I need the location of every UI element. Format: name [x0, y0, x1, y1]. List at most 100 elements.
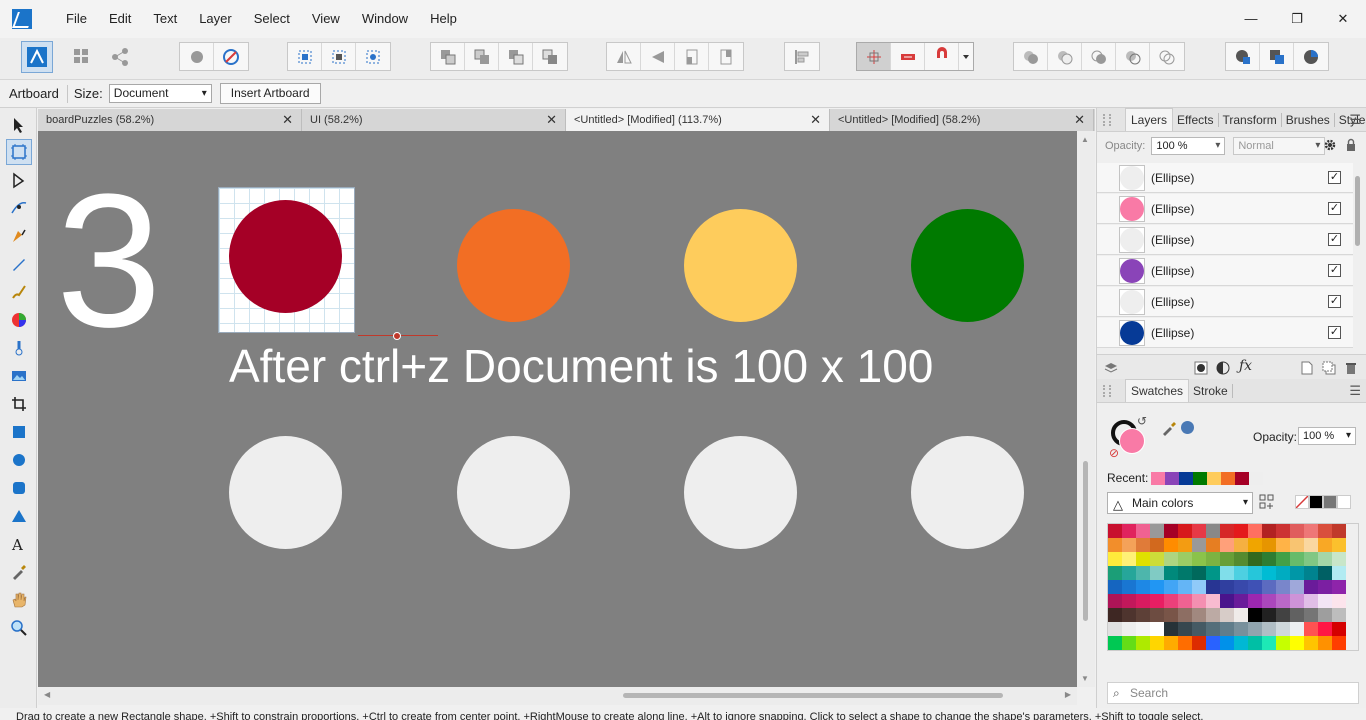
black-swatch[interactable] — [1309, 495, 1323, 509]
scroll-up-icon[interactable]: ▲ — [1081, 135, 1089, 144]
color-swatch[interactable] — [1164, 594, 1178, 608]
color-swatch[interactable] — [1122, 566, 1136, 580]
boolean-divide-icon[interactable] — [1150, 43, 1184, 70]
color-swatch[interactable] — [1178, 580, 1192, 594]
color-swatch[interactable] — [1122, 608, 1136, 622]
menu-file[interactable]: File — [58, 0, 101, 38]
designer-persona-icon[interactable] — [21, 41, 53, 73]
color-swatch[interactable] — [1332, 538, 1346, 552]
palette-dropdown[interactable]: △ Main colors — [1107, 492, 1253, 514]
ellipse-orange[interactable] — [457, 209, 570, 322]
color-swatch[interactable] — [1122, 636, 1136, 650]
color-swatch[interactable] — [1206, 608, 1220, 622]
pencil-tool-icon[interactable] — [6, 251, 32, 277]
visibility-checkbox[interactable]: ✓ — [1328, 233, 1341, 246]
color-swatch[interactable] — [1304, 636, 1318, 650]
lock-icon[interactable] — [1345, 138, 1357, 152]
layer-row[interactable]: (Ellipse) ✓ — [1097, 287, 1353, 317]
color-swatch[interactable] — [1122, 552, 1136, 566]
crop-tool-icon[interactable] — [6, 391, 32, 417]
rectangle-tool-icon[interactable] — [6, 419, 32, 445]
color-swatch[interactable] — [1192, 608, 1206, 622]
color-swatch[interactable] — [1332, 608, 1346, 622]
color-swatch[interactable] — [1318, 622, 1332, 636]
color-swatch[interactable] — [1332, 566, 1346, 580]
color-swatch[interactable] — [1290, 622, 1304, 636]
snapping-options-dropdown[interactable] — [959, 43, 973, 70]
close-icon[interactable]: ✕ — [546, 112, 557, 128]
color-swatch[interactable] — [1248, 524, 1262, 538]
layer-row[interactable]: (Ellipse) ✓ — [1097, 256, 1353, 286]
recent-swatch[interactable] — [1179, 472, 1193, 485]
doc-tab-ui[interactable]: UI (58.2%) ✕ — [302, 109, 566, 131]
menu-select[interactable]: Select — [246, 0, 304, 38]
color-swatch[interactable] — [1290, 566, 1304, 580]
fx-icon[interactable]: ƒx — [1239, 358, 1252, 374]
color-swatch[interactable] — [1206, 552, 1220, 566]
close-window-button[interactable]: ✕ — [1320, 0, 1366, 38]
color-swatch[interactable] — [1108, 622, 1122, 636]
color-swatch[interactable] — [1318, 580, 1332, 594]
color-swatch[interactable] — [1206, 566, 1220, 580]
move-tool-icon[interactable] — [6, 112, 32, 138]
ellipse-light[interactable] — [911, 436, 1024, 549]
scroll-down-icon[interactable]: ▼ — [1081, 674, 1089, 683]
color-swatch[interactable] — [1178, 636, 1192, 650]
color-swatch[interactable] — [1164, 566, 1178, 580]
color-swatch[interactable] — [1248, 622, 1262, 636]
menu-window[interactable]: Window — [354, 0, 422, 38]
color-swatch[interactable] — [1220, 594, 1234, 608]
color-swatch[interactable] — [1276, 538, 1290, 552]
color-swatch[interactable] — [1150, 636, 1164, 650]
color-swatch[interactable] — [1290, 552, 1304, 566]
tab-brushes[interactable]: Brushes — [1282, 112, 1335, 127]
color-swatch[interactable] — [1304, 538, 1318, 552]
ellipse-light[interactable] — [684, 436, 797, 549]
move-to-back-icon[interactable] — [431, 43, 465, 70]
visibility-checkbox[interactable]: ✓ — [1328, 202, 1341, 215]
menu-edit[interactable]: Edit — [101, 0, 145, 38]
triangle-tool-icon[interactable] — [6, 503, 32, 529]
color-swatch[interactable] — [1332, 636, 1346, 650]
color-swatch[interactable] — [1220, 552, 1234, 566]
restore-button[interactable]: ❐ — [1274, 0, 1320, 38]
color-swatch[interactable] — [1136, 580, 1150, 594]
color-swatch[interactable] — [1164, 552, 1178, 566]
boolean-add-icon[interactable] — [1014, 43, 1048, 70]
mask-icon[interactable] — [1193, 360, 1209, 376]
close-icon[interactable]: ✕ — [282, 112, 293, 128]
visibility-checkbox[interactable]: ✓ — [1328, 326, 1341, 339]
invert-selection-icon[interactable] — [356, 43, 390, 70]
color-swatch[interactable] — [1150, 552, 1164, 566]
color-swatch[interactable] — [1108, 524, 1122, 538]
text-tool-icon[interactable]: A — [6, 531, 32, 557]
color-swatch[interactable] — [1290, 524, 1304, 538]
color-swatch[interactable] — [1220, 622, 1234, 636]
color-swatch[interactable] — [1192, 580, 1206, 594]
node-tool-icon[interactable] — [6, 168, 32, 194]
color-swatch[interactable] — [1178, 524, 1192, 538]
color-swatch[interactable] — [1164, 608, 1178, 622]
color-swatch[interactable] — [1332, 594, 1346, 608]
ellipse-light[interactable] — [229, 436, 342, 549]
color-swatch[interactable] — [1122, 580, 1136, 594]
color-swatch[interactable] — [1304, 594, 1318, 608]
pixel-persona-icon[interactable] — [66, 41, 98, 73]
color-swatch[interactable] — [1304, 608, 1318, 622]
color-swatch[interactable] — [1136, 636, 1150, 650]
color-swatch[interactable] — [1150, 566, 1164, 580]
color-swatch[interactable] — [1248, 580, 1262, 594]
ellipse-green[interactable] — [911, 209, 1024, 322]
color-swatch[interactable] — [1318, 594, 1332, 608]
horizontal-scroll-thumb[interactable] — [623, 693, 1003, 698]
swatch-search-input[interactable]: ⌕ Search — [1107, 682, 1359, 704]
color-swatch[interactable] — [1290, 608, 1304, 622]
color-swatch[interactable] — [1122, 538, 1136, 552]
assistant-icon[interactable] — [180, 43, 214, 70]
tab-transform[interactable]: Transform — [1219, 112, 1282, 127]
color-swatch[interactable] — [1318, 524, 1332, 538]
recent-swatch[interactable] — [1165, 472, 1179, 485]
color-swatch[interactable] — [1304, 552, 1318, 566]
transparency-tool-icon[interactable] — [6, 335, 32, 361]
palette-view-icon[interactable] — [1259, 494, 1275, 510]
